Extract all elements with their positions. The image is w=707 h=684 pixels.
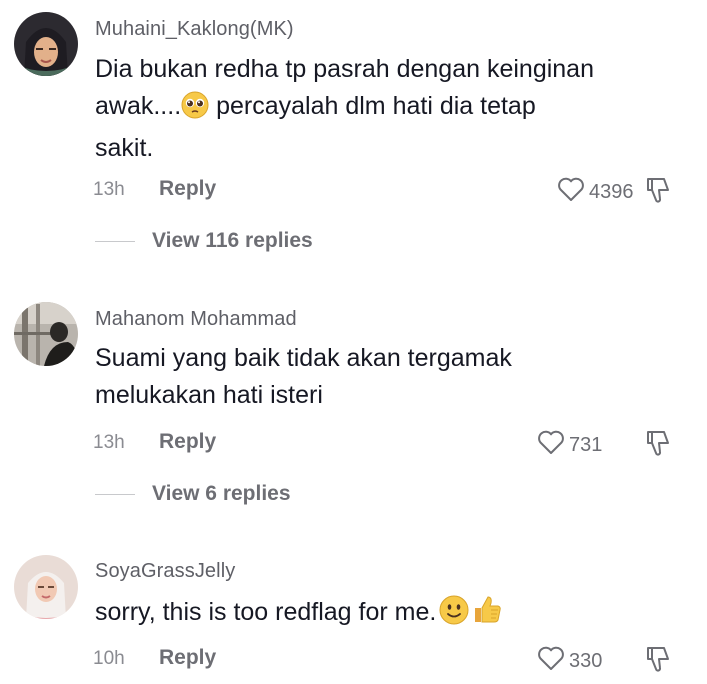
avatar[interactable] (14, 555, 78, 619)
comment-timestamp: 13h (93, 432, 125, 453)
comment-1: Muhaini_Kaklong(MK) Dia bukan redha tp p… (0, 0, 707, 270)
view-replies-button[interactable]: View 116 replies (95, 229, 313, 253)
comment-text: Suami yang baik tidak akan tergamak melu… (95, 344, 512, 409)
dislike-button[interactable] (644, 645, 674, 678)
comment-username[interactable]: Mahanom Mohammad (95, 308, 297, 331)
like-button[interactable]: 731 (536, 428, 602, 462)
comment-text: sorry, this is too redflag for me. (95, 593, 685, 636)
reply-button[interactable]: Reply (159, 430, 216, 454)
pleading-face-emoji (181, 91, 209, 130)
dislike-button[interactable] (644, 429, 674, 462)
heart-outline-icon (556, 175, 586, 209)
view-replies-button[interactable]: View 6 replies (95, 482, 291, 506)
divider (95, 240, 135, 242)
heart-outline-icon (536, 428, 566, 462)
thumbs-down-outline-icon (644, 647, 674, 677)
like-button[interactable]: 4396 (556, 175, 634, 209)
reply-button[interactable]: Reply (159, 177, 216, 201)
dislike-button[interactable] (644, 176, 674, 209)
thumbs-down-outline-icon (644, 431, 674, 461)
comment-text: Dia bukan redha tp pasrah dengan keingin… (95, 55, 594, 162)
reply-button[interactable]: Reply (159, 646, 216, 670)
comment-username[interactable]: SoyaGrassJelly (95, 560, 235, 583)
like-count: 4396 (589, 180, 634, 203)
thumbs-up-emoji (471, 593, 503, 636)
slightly-smiling-face-emoji (439, 595, 469, 636)
thumbs-down-outline-icon (644, 178, 674, 208)
comment-username[interactable]: Muhaini_Kaklong(MK) (95, 18, 294, 41)
comment-timestamp: 13h (93, 179, 125, 200)
like-button[interactable]: 330 (536, 644, 602, 678)
heart-outline-icon (536, 644, 566, 678)
avatar[interactable] (14, 302, 78, 366)
avatar[interactable] (14, 12, 78, 76)
like-count: 731 (569, 433, 603, 456)
divider (95, 493, 135, 495)
comment-timestamp: 10h (93, 648, 125, 669)
like-count: 330 (569, 649, 603, 672)
